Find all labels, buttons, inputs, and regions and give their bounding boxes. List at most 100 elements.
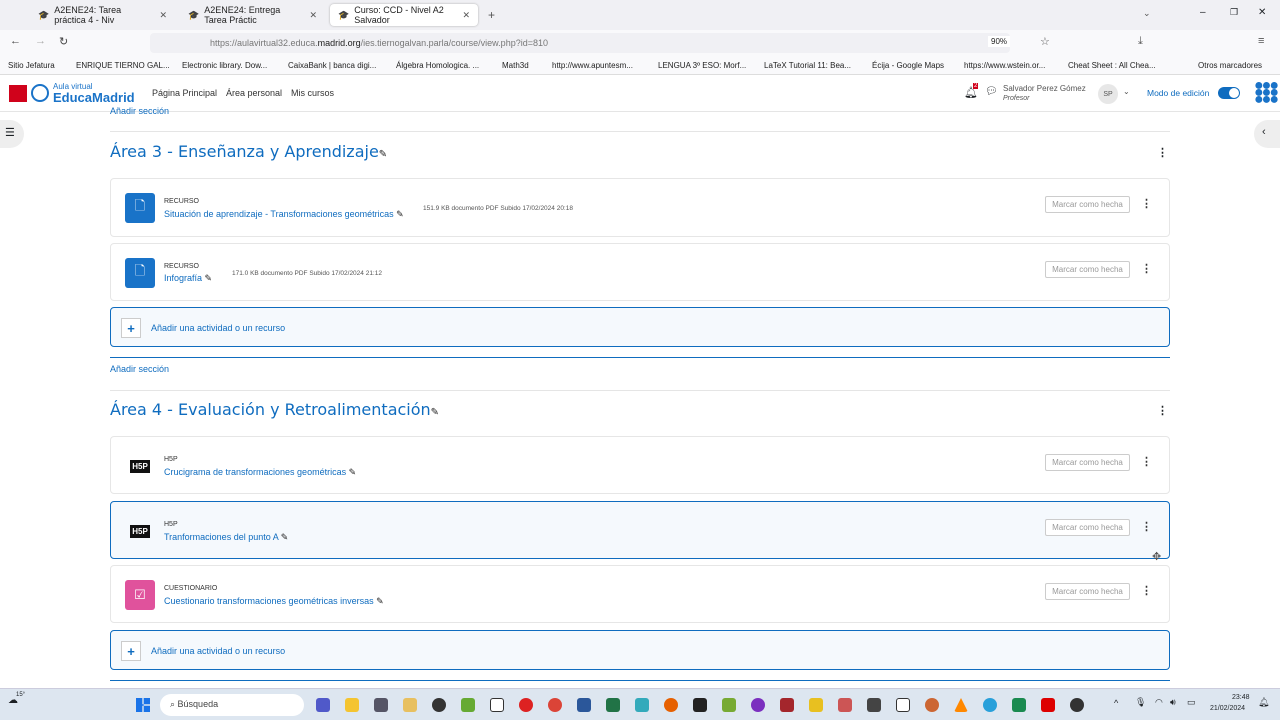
chevron-down-icon[interactable]: ⌄ [1143,8,1151,19]
vlc-icon[interactable] [954,698,968,712]
pencil-icon[interactable]: ✎ [281,532,289,542]
pencil-icon[interactable]: ✎ [376,596,384,606]
add-activity-button[interactable]: + Añadir una actividad o un recurso [110,307,1170,347]
more-icon[interactable]: ⋮ [1141,455,1152,468]
bookmark[interactable]: LENGUA 3º ESO: Morf... [658,61,746,70]
activity-name[interactable]: Situación de aprendizaje - Transformacio… [164,209,394,219]
edit-mode-toggle[interactable] [1218,87,1240,99]
browser-tab[interactable]: 🎓 A2ENE24: Entrega Tarea Práctic ✕ [180,4,325,26]
bookmark[interactable]: Math3d [502,61,529,70]
add-activity-button[interactable]: + Añadir una actividad o un recurso [110,630,1170,670]
bookmark-folder[interactable]: Otros marcadores [1198,61,1262,70]
mark-done-button[interactable]: Marcar como hecha [1045,519,1130,536]
bookmark[interactable]: Cheat Sheet : All Chea... [1068,61,1156,70]
teams-icon[interactable] [316,698,330,712]
chevron-up-icon[interactable]: ^ [1114,698,1118,708]
new-tab-icon[interactable]: + [488,8,495,22]
pencil-icon[interactable]: ✎ [396,209,404,219]
pencil-icon[interactable]: ✎ [431,407,439,418]
app-icon[interactable] [838,698,852,712]
block-drawer-toggle[interactable]: ‹ [1254,120,1280,148]
chevron-down-icon[interactable]: ⌄ [1123,87,1130,96]
app-icon[interactable] [809,698,823,712]
mark-done-button[interactable]: Marcar como hecha [1045,261,1130,278]
terminal-icon[interactable] [693,698,707,712]
reload-icon[interactable]: ↻ [59,35,68,48]
bookmark[interactable]: CaixaBank | banca digi... [288,61,376,70]
close-icon[interactable]: ✕ [159,10,167,21]
close-icon[interactable]: ✕ [462,10,470,21]
restore-icon[interactable]: ❐ [1230,7,1238,18]
app-icon[interactable] [867,698,881,712]
nav-home[interactable]: Página Principal [152,88,217,98]
app-icon[interactable] [432,698,446,712]
chrome-icon[interactable] [548,698,562,712]
apps-grid-icon[interactable]: ●●● ●●● ●●● [1254,78,1279,108]
logo-title[interactable]: EducaMadrid [53,90,135,105]
python-icon[interactable] [461,698,475,712]
activity-name[interactable]: Tranformaciones del punto A [164,532,278,542]
avatar[interactable]: SP [1098,84,1118,104]
excel-icon[interactable] [606,698,620,712]
bookmark[interactable]: ENRIQUE TIERNO GAL... [76,61,170,70]
app-icon[interactable] [751,698,765,712]
pen-icon[interactable] [403,698,417,712]
bookmark[interactable]: https://www.wstein.or... [964,61,1045,70]
section-title[interactable]: Área 4 - Evaluación y Retroalimentación✎ [110,400,439,419]
nav-my-courses[interactable]: Mis cursos [291,88,334,98]
clock-time[interactable]: 23:48 [1232,694,1250,701]
bookmark[interactable]: LaTeX Tutorial 11: Bea... [764,61,851,70]
mark-done-button[interactable]: Marcar como hecha [1045,454,1130,471]
telegram-icon[interactable] [983,698,997,712]
bookmark[interactable]: Electronic library. Dow... [182,61,267,70]
activity-link[interactable]: Infografía ✎ [164,273,212,284]
app-icon[interactable] [635,698,649,712]
pencil-icon[interactable]: ✎ [349,467,357,477]
minimize-icon[interactable]: – [1200,7,1206,18]
activity-link[interactable]: Cuestionario transformaciones geométrica… [164,596,384,607]
bookmark[interactable]: Écija - Google Maps [872,61,944,70]
windows-start-icon[interactable] [136,698,150,712]
app-icon[interactable] [896,698,910,712]
activity-link[interactable]: Crucigrama de transformaciones geométric… [164,467,356,478]
user-name[interactable]: Salvador Perez Gómez [1003,84,1086,93]
course-index-toggle[interactable]: ☰ [0,120,24,148]
close-window-icon[interactable]: ✕ [1258,7,1266,18]
more-icon[interactable]: ⋮ [1141,197,1152,210]
obs-icon[interactable] [1070,698,1084,712]
wifi-icon[interactable]: ◠ [1155,697,1163,708]
activity-link[interactable]: Situación de aprendizaje - Transformacio… [164,209,404,220]
pencil-icon[interactable]: ✎ [379,149,387,160]
section-menu-icon[interactable]: ⋮ [1157,404,1168,417]
section-title-text[interactable]: Área 4 - Evaluación y Retroalimentación [110,400,431,419]
more-icon[interactable]: ⋮ [1141,520,1152,533]
microphone-icon[interactable]: 🎙︎ [1135,697,1146,708]
app-icon[interactable] [925,698,939,712]
section-title-text[interactable]: Área 3 - Enseñanza y Aprendizaje [110,142,379,161]
bookmark[interactable]: Álgebra Homologica. ... [396,61,479,70]
clock-date[interactable]: 21/02/2024 [1210,705,1245,712]
back-icon[interactable]: ← [10,35,21,47]
more-icon[interactable]: ⋮ [1141,584,1152,597]
download-icon[interactable]: ⤓ [1138,35,1143,48]
section-menu-icon[interactable]: ⋮ [1157,146,1168,159]
calculator-icon[interactable] [374,698,388,712]
word-icon[interactable] [577,698,591,712]
app-icon[interactable] [722,698,736,712]
notifications-icon[interactable]: 🔔︎ [1258,697,1269,708]
nav-dashboard[interactable]: Área personal [226,88,282,98]
more-icon[interactable]: ⋮ [1141,262,1152,275]
chat-icon[interactable]: 💬︎ [985,86,998,97]
firefox-icon[interactable] [664,698,678,712]
battery-icon[interactable]: ▭ [1187,697,1196,708]
file-explorer-icon[interactable] [345,698,359,712]
activity-name[interactable]: Infografía [164,273,202,283]
mark-done-button[interactable]: Marcar como hecha [1045,196,1130,213]
add-section-link[interactable]: Añadir sección [110,364,169,374]
bookmark[interactable]: Sitio Jefatura [8,61,55,70]
browser-tab[interactable]: 🎓 A2ENE24: Tarea práctica 4 - Niv ✕ [30,4,175,26]
geogebra-icon[interactable] [490,698,504,712]
speaker-icon[interactable]: 🔊︎ [1170,697,1176,708]
activity-name[interactable]: Cuestionario transformaciones geométrica… [164,596,374,606]
activity-name[interactable]: Crucigrama de transformaciones geométric… [164,467,346,477]
